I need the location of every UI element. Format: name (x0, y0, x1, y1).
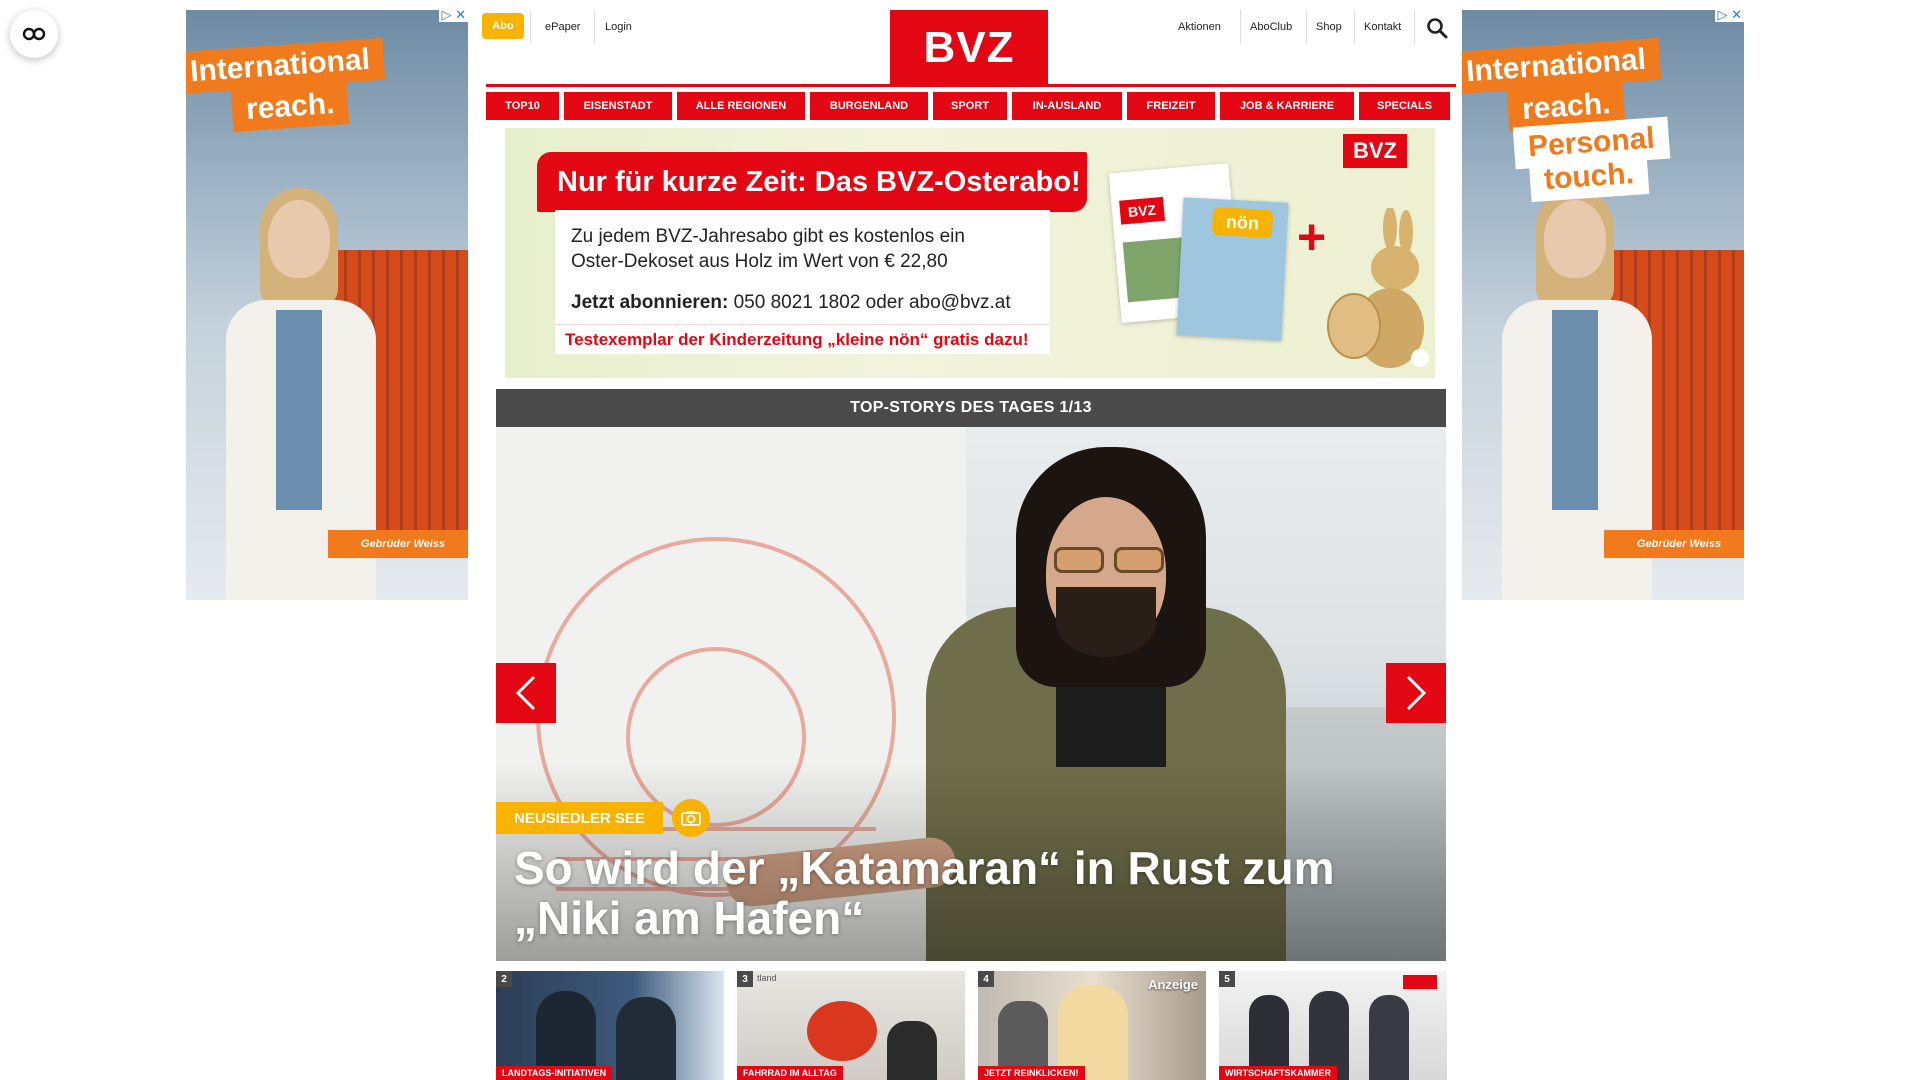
slider-prev-button[interactable] (496, 663, 556, 723)
promo-line-1: Zu jedem BVZ-Jahresabo gibt es kostenlos… (571, 226, 965, 247)
header-link-kontakt[interactable]: Kontakt (1364, 14, 1401, 40)
header-link-aktionen[interactable]: Aktionen (1178, 14, 1221, 40)
slider-next-button[interactable] (1386, 663, 1446, 723)
top-story-headline[interactable]: So wird der „Katamaran“ in Rust zum „Nik… (514, 843, 1434, 943)
thumbnail-number: 5 (1219, 971, 1235, 987)
thumbnail-caption: WIRTSCHAFTSKAMMER (1219, 1066, 1337, 1080)
thumbnail-number: 3 (737, 971, 753, 987)
nav-freizeit[interactable]: FREIZEIT (1127, 92, 1215, 120)
right-side-ad[interactable]: International reach. Personal touch. Geb… (1462, 10, 1744, 600)
top-stories-header: TOP-STORYS DES TAGES 1/13 (496, 389, 1446, 427)
promo-newspaper-logo: BVZ (1119, 196, 1166, 225)
nav-specials[interactable]: SPECIALS (1359, 92, 1450, 120)
promo-cta: Jetzt abonnieren: 050 8021 1802 oder abo… (571, 292, 1034, 314)
abo-button[interactable]: Abo (482, 13, 524, 39)
chevron-left-icon (515, 675, 536, 711)
thumbnail-ad-label: Anzeige (1148, 977, 1198, 992)
thumbnail-number: 4 (978, 971, 994, 987)
ad-close-button[interactable]: ▷ ✕ (1715, 10, 1744, 22)
promo-title: Nur für kurze Zeit: Das BVZ-Osterabo! (537, 152, 1087, 212)
search-icon (1427, 18, 1448, 39)
header-divider (1414, 10, 1415, 44)
main-navigation: TOP10 EISENSTADT ALLE REGIONEN BURGENLAN… (486, 92, 1456, 120)
promo-kids-magazine-image: nön (1176, 197, 1289, 341)
promo-test-offer: Testexemplar der Kinderzeitung „kleine n… (555, 324, 1050, 354)
nav-burgenland[interactable]: BURGENLAND (810, 92, 928, 120)
nav-in-ausland[interactable]: IN-AUSLAND (1012, 92, 1122, 120)
ad-headline-4: touch. (1528, 151, 1650, 203)
epaper-link[interactable]: ePaper (545, 14, 580, 40)
header-divider (1306, 10, 1307, 44)
header-link-aboclub[interactable]: AboClub (1250, 14, 1292, 40)
thumbnail-background-text: tland (757, 973, 777, 983)
promo-easter-bunny-image (1327, 208, 1429, 368)
story-thumbnail-5[interactable]: 5 WIRTSCHAFTSKAMMER (1219, 971, 1447, 1080)
login-link[interactable]: Login (605, 14, 632, 40)
thumbnail-caption: JETZT REINKLICKEN! (978, 1066, 1085, 1080)
thumbnail-caption: FAHRRAD IM ALLTAG (737, 1066, 843, 1080)
nav-alle-regionen[interactable]: ALLE REGIONEN (677, 92, 805, 120)
nav-sport[interactable]: SPORT (933, 92, 1007, 120)
promo-bvz-logo: BVZ (1343, 134, 1407, 168)
header-divider (1354, 10, 1355, 44)
ad-headline-2: reach. (230, 81, 350, 133)
promo-kids-magazine-logo: nön (1211, 206, 1274, 239)
header-divider (594, 10, 595, 44)
story-thumbnail-3[interactable]: 3 tland FAHRRAD IM ALLTAG (737, 971, 965, 1080)
camera-icon (681, 811, 701, 826)
header-divider (530, 10, 531, 44)
promo-cta-contact: 050 8021 1802 oder abo@bvz.at (728, 292, 1011, 313)
ad-logo: Gebrüder Weiss (328, 530, 468, 558)
nav-job-karriere[interactable]: JOB & KARRIERE (1220, 92, 1354, 120)
search-button[interactable] (1426, 17, 1448, 39)
ad-close-button[interactable]: ▷ ✕ (439, 10, 468, 22)
accessibility-button[interactable] (10, 10, 58, 58)
promo-line-2: Oster-Dekoset aus Holz im Wert von € 22,… (571, 251, 948, 272)
osterabo-promo-banner[interactable]: Nur für kurze Zeit: Das BVZ-Osterabo! Zu… (505, 128, 1435, 378)
header-link-shop[interactable]: Shop (1316, 14, 1342, 40)
nav-top10[interactable]: TOP10 (486, 92, 559, 120)
accessibility-icon (22, 27, 46, 41)
ad-logo: Gebrüder Weiss (1604, 530, 1744, 558)
chevron-right-icon (1406, 675, 1427, 711)
header-red-line (486, 84, 1456, 87)
story-category-tag[interactable]: NEUSIEDLER SEE (496, 802, 663, 834)
story-thumbnail-2[interactable]: 2 LANDTAGS-INITIATIVEN (496, 971, 724, 1080)
header-divider (1240, 10, 1241, 44)
gallery-button[interactable] (672, 799, 710, 837)
nav-eisenstadt[interactable]: EISENSTADT (564, 92, 672, 120)
left-side-ad[interactable]: International reach. Gebrüder Weiss ▷ ✕ (186, 10, 468, 600)
thumbnail-caption: LANDTAGS-INITIATIVEN (496, 1066, 613, 1080)
promo-cta-label: Jetzt abonnieren: (571, 292, 729, 313)
story-thumbnail-4[interactable]: 4 Anzeige JETZT REINKLICKEN! (978, 971, 1206, 1080)
bvz-logo[interactable]: BVZ (890, 10, 1048, 86)
thumbnail-number: 2 (496, 971, 512, 987)
